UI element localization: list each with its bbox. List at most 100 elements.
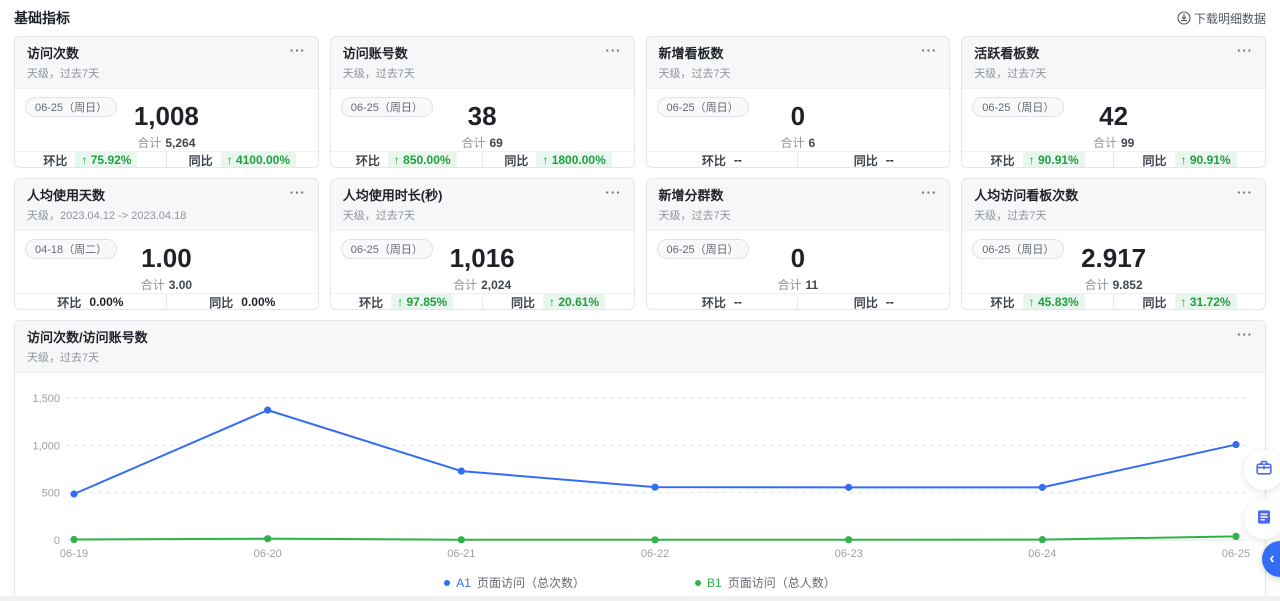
- yoy-cell: 同比 --: [798, 294, 949, 310]
- mom-label: 环比: [701, 295, 726, 310]
- yoy-value: ↑ 4100.00%: [220, 152, 297, 167]
- yoy-cell: 同比 ↑ 4100.00%: [167, 152, 318, 167]
- yoy-label: 同比: [511, 295, 536, 310]
- metric-total: 合计 6: [780, 135, 816, 150]
- legend-dot: [695, 579, 701, 586]
- metric-card-more-menu-button[interactable]: ···: [606, 43, 622, 58]
- mom-cell: 环比 ↑ 45.83%: [962, 294, 1113, 309]
- metric-card-header: 人均访问看板次数 天级，过去7天 ···: [962, 179, 1265, 231]
- page-title: 基础指标: [14, 10, 70, 26]
- metric-card-body: 06-25（周日） 1,016 合计 2,024: [331, 231, 634, 293]
- chart-card-header: 访问次数/访问账号数 天级，过去7天 ···: [15, 321, 1265, 373]
- download-detail-link[interactable]: 下载明细数据: [1177, 10, 1266, 27]
- toolbox-fab-button[interactable]: [1244, 450, 1280, 490]
- svg-text:0: 0: [54, 535, 60, 547]
- metric-card-body: 06-25（周日） 1,008 合计 5,264: [15, 89, 318, 151]
- metric-total-value: 9.852: [1112, 277, 1143, 292]
- chart-title: 访问次数/访问账号数: [27, 330, 148, 345]
- metric-card-more-menu-button[interactable]: ···: [921, 185, 937, 200]
- yoy-label: 同比: [1142, 153, 1167, 168]
- svg-text:06-19: 06-19: [60, 548, 88, 560]
- metric-total-value: 2,024: [481, 277, 512, 292]
- chevron-left-icon: ‹: [1269, 550, 1275, 567]
- mom-label: 环比: [43, 153, 68, 168]
- metric-card-subtitle: 天级，过去7天: [974, 68, 1047, 80]
- metric-card-subtitle: 天级，过去7天: [342, 68, 415, 80]
- metric-card: 新增分群数 天级，过去7天 ··· 06-25（周日） 0 合计 11 环比 -- 同比 --: [645, 178, 951, 310]
- mom-value: --: [733, 295, 742, 310]
- date-badge: 06-25（周日）: [656, 97, 749, 117]
- chart-more-menu-button[interactable]: ···: [1237, 327, 1253, 342]
- chart-subtitle: 天级，过去7天: [27, 352, 100, 364]
- metric-card-more-menu-button[interactable]: ···: [921, 43, 937, 58]
- mom-value: 0.00%: [89, 295, 124, 310]
- metric-total: 合计 9.852: [1084, 277, 1143, 292]
- metric-card-title: 新增看板数: [658, 46, 724, 61]
- metric-card-body: 06-25（周日） 0 合计 6: [647, 89, 950, 151]
- yoy-value: ↑ 20.61%: [543, 294, 606, 309]
- mom-cell: 环比 --: [647, 294, 798, 310]
- mom-value: ↑ 75.92%: [75, 152, 138, 167]
- metric-total: 合计 69: [461, 135, 503, 150]
- legend-item-a1[interactable]: A1 页面访问（总次数）: [444, 574, 585, 591]
- legend-series-label: 页面访问（总人数）: [727, 576, 836, 590]
- svg-text:06-20: 06-20: [254, 548, 282, 560]
- metric-card-footer: 环比 ↑ 90.91% 同比 ↑ 90.91%: [962, 150, 1265, 168]
- metric-total: 合计 2,024: [453, 277, 512, 292]
- docs-fab-button[interactable]: [1244, 499, 1280, 539]
- mom-cell: 环比 0.00%: [15, 294, 166, 310]
- metric-card-title: 人均访问看板次数: [974, 188, 1079, 203]
- metric-card-footer: 环比 ↑ 75.92% 同比 ↑ 4100.00%: [15, 150, 318, 168]
- svg-text:1,500: 1,500: [32, 393, 60, 405]
- metric-card-more-menu-button[interactable]: ···: [290, 43, 306, 58]
- metric-card-header: 新增分群数 天级，过去7天 ···: [646, 179, 950, 231]
- metric-card-header: 新增看板数天级，过去7天 ···: [646, 37, 950, 89]
- mom-value: ↑ 90.91%: [1022, 152, 1085, 167]
- date-badge: 06-25（周日）: [972, 97, 1065, 117]
- metric-card-subtitle: 天级，过去7天: [658, 68, 731, 80]
- yoy-cell: 同比 --: [798, 152, 949, 168]
- yoy-cell: 同比 ↑ 31.72%: [1114, 294, 1265, 309]
- metric-card: 访问账号数 天级，过去7天 ··· 06-25（周日） 38 合计 69 环比 ↑ 850.00…: [329, 36, 635, 168]
- yoy-cell: 同比 ↑ 90.91%: [1114, 152, 1265, 168]
- legend-series-key: A1: [456, 575, 471, 590]
- mom-label: 环比: [57, 295, 82, 310]
- mom-value: --: [733, 153, 742, 168]
- metric-card-footer: 环比 ↑ 45.83% 同比 ↑ 31.72%: [962, 292, 1265, 309]
- metric-card-header: 人均使用时长(秒) 天级，过去7天 ···: [330, 179, 634, 231]
- legend-item-b1[interactable]: B1 页面访问（总人数）: [695, 574, 836, 591]
- metric-card-title: 访问账号数: [342, 46, 408, 61]
- page-header: 基础指标 下载明细数据: [0, 0, 1280, 34]
- svg-text:06-22: 06-22: [641, 548, 669, 560]
- yoy-value: --: [885, 153, 894, 168]
- mom-value: ↑ 45.83%: [1022, 294, 1085, 309]
- document-icon: [1255, 508, 1273, 531]
- yoy-cell: 同比 0.00%: [167, 294, 318, 309]
- line-chart[interactable]: 0 500 1,000 1,500 06-19 06-20 06-21 06-22 06-23 0…: [30, 385, 1251, 563]
- metric-card-title: 访问次数: [27, 46, 80, 61]
- metric-card-footer: 环比 -- 同比 --: [646, 150, 950, 168]
- metric-card-footer: 环比 0.00% 同比 0.00%: [15, 292, 318, 310]
- metric-card: 活跃看板数 天级，过去7天 ··· 06-25（周日） 42 合计 99 环比 ↑ 90.91%…: [961, 36, 1266, 168]
- chart-body: 0 500 1,000 1,500 06-19 06-20 06-21 06-22 06-23 0…: [15, 373, 1265, 601]
- metric-card-more-menu-button[interactable]: ···: [1237, 43, 1253, 58]
- metric-card-header: 访问次数 天级，过去7天 ···: [15, 37, 318, 89]
- mom-cell: 环比 --: [647, 152, 798, 168]
- metric-card-title: 人均使用时长(秒): [342, 188, 443, 203]
- metric-card-subtitle: 天级，过去7天: [342, 210, 415, 222]
- metric-card-body: 06-25（周日） 42 合计 99: [962, 89, 1265, 151]
- metric-card-more-menu-button[interactable]: ···: [606, 185, 622, 200]
- metric-card-more-menu-button[interactable]: ···: [290, 185, 306, 200]
- metric-card-subtitle: 天级，2023.04.12 -> 2023.04.18: [27, 210, 187, 222]
- metric-total-value: 6: [808, 135, 816, 150]
- date-badge: 06-25（周日）: [25, 97, 118, 117]
- yoy-label: 同比: [504, 153, 529, 168]
- metric-card-footer: 环比 -- 同比 --: [646, 292, 950, 310]
- metric-total-value: 11: [805, 277, 819, 292]
- mom-value: ↑ 97.85%: [391, 294, 454, 309]
- metric-card-more-menu-button[interactable]: ···: [1237, 185, 1253, 200]
- mom-label: 环比: [355, 153, 380, 168]
- yoy-label: 同比: [853, 295, 878, 310]
- date-badge: 06-25（周日）: [340, 239, 433, 259]
- mom-value: ↑ 850.00%: [387, 152, 457, 167]
